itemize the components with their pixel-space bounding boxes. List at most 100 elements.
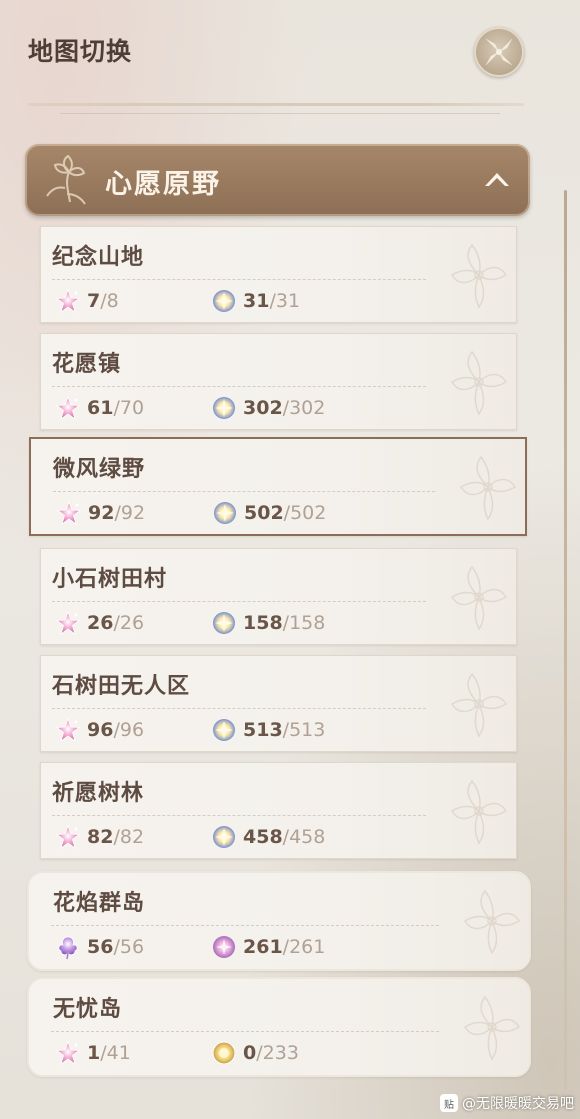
collection-count-a: 96/96 bbox=[55, 716, 144, 744]
header-divider-thin bbox=[60, 113, 500, 114]
area-name: 祈愿树林 bbox=[52, 781, 145, 806]
region-header-xinyuan[interactable]: 心愿原野 bbox=[25, 144, 530, 216]
pink-star-icon bbox=[55, 1040, 81, 1066]
scrollbar[interactable] bbox=[564, 190, 567, 1090]
card-flower-decoration-icon bbox=[447, 987, 529, 1067]
area-card[interactable]: 无忧岛 1/41 0/233 bbox=[27, 977, 531, 1077]
count-current: 61 bbox=[87, 397, 114, 419]
count-current: 26 bbox=[87, 612, 114, 634]
count-current: 158 bbox=[243, 612, 283, 634]
card-divider bbox=[53, 491, 435, 492]
pink-star-icon bbox=[56, 500, 82, 526]
count-total: 302 bbox=[289, 397, 326, 419]
card-flower-decoration-icon bbox=[434, 664, 516, 744]
area-card[interactable]: 纪念山地 7/8 31/31 bbox=[40, 226, 517, 323]
area-card[interactable]: 祈愿树林 82/82 458/458 bbox=[40, 762, 517, 859]
collection-count-a: 1/41 bbox=[55, 1039, 131, 1067]
blue-sparkle-icon bbox=[211, 288, 237, 314]
count-total: 513 bbox=[289, 719, 326, 741]
pink-star-icon bbox=[55, 610, 81, 636]
card-divider bbox=[51, 925, 439, 926]
count-total: 261 bbox=[289, 936, 326, 958]
area-name: 石树田无人区 bbox=[52, 674, 191, 699]
count-total: 41 bbox=[106, 1042, 131, 1064]
region-name: 心愿原野 bbox=[105, 169, 221, 200]
card-flower-decoration-icon bbox=[434, 342, 516, 422]
card-divider bbox=[52, 601, 426, 602]
count-current: 92 bbox=[88, 502, 115, 524]
card-flower-decoration-icon bbox=[434, 557, 516, 637]
area-card[interactable]: 花焰群岛 56/56 261/261 bbox=[27, 871, 531, 971]
card-divider bbox=[51, 1031, 439, 1032]
collection-count-a: 7/8 bbox=[55, 287, 119, 315]
count-total: 458 bbox=[289, 826, 326, 848]
collection-count-b: 458/458 bbox=[211, 823, 325, 851]
purple-flower-icon bbox=[55, 934, 81, 960]
area-card[interactable]: 石树田无人区 96/96 513/513 bbox=[40, 655, 517, 752]
count-current: 82 bbox=[87, 826, 114, 848]
count-current: 31 bbox=[243, 290, 270, 312]
pink-star-icon bbox=[55, 824, 81, 850]
card-divider bbox=[52, 386, 426, 387]
blue-sparkle-icon bbox=[211, 610, 237, 636]
area-name: 花愿镇 bbox=[52, 352, 122, 377]
collection-count-b: 261/261 bbox=[211, 933, 325, 961]
gold-orb-icon bbox=[211, 1040, 237, 1066]
count-total: 31 bbox=[275, 290, 301, 312]
collection-count-b: 513/513 bbox=[211, 716, 325, 744]
area-card[interactable]: 花愿镇 61/70 302/302 bbox=[40, 333, 517, 430]
close-button[interactable] bbox=[474, 27, 524, 77]
count-total: 96 bbox=[119, 719, 145, 741]
area-name: 花焰群岛 bbox=[53, 891, 146, 916]
count-current: 302 bbox=[243, 397, 283, 419]
count-current: 96 bbox=[87, 719, 114, 741]
header-divider bbox=[28, 103, 524, 106]
collection-count-a: 56/56 bbox=[55, 933, 144, 961]
collection-count-a: 92/92 bbox=[56, 499, 145, 527]
card-divider bbox=[52, 815, 426, 816]
page-title: 地图切换 bbox=[28, 37, 133, 66]
collection-count-a: 26/26 bbox=[55, 609, 144, 637]
card-flower-decoration-icon bbox=[443, 447, 525, 527]
area-name: 微风绿野 bbox=[53, 457, 146, 482]
collection-count-b: 31/31 bbox=[211, 287, 300, 315]
pink-star-icon bbox=[55, 288, 81, 314]
count-total: 8 bbox=[106, 290, 119, 312]
count-total: 26 bbox=[119, 612, 145, 634]
area-name: 无忧岛 bbox=[53, 997, 123, 1022]
count-current: 56 bbox=[87, 936, 114, 958]
watermark: 贴 @无限暖暖交易吧 bbox=[440, 1093, 574, 1113]
count-current: 7 bbox=[87, 290, 101, 312]
card-divider bbox=[52, 279, 426, 280]
count-current: 261 bbox=[243, 936, 283, 958]
area-name: 小石树田村 bbox=[52, 567, 168, 592]
blue-sparkle-icon bbox=[211, 717, 237, 743]
area-card[interactable]: 微风绿野 92/92 502/502 bbox=[29, 437, 527, 536]
card-divider bbox=[52, 708, 426, 709]
area-card[interactable]: 小石树田村 26/26 158/158 bbox=[40, 548, 517, 645]
pink-orb-icon bbox=[211, 934, 237, 960]
pink-star-icon bbox=[55, 395, 81, 421]
collection-count-b: 0/233 bbox=[211, 1039, 299, 1067]
card-flower-decoration-icon bbox=[434, 771, 516, 851]
blue-sparkle-icon bbox=[211, 395, 237, 421]
tieba-logo-icon: 贴 bbox=[440, 1094, 458, 1112]
count-total: 56 bbox=[119, 936, 145, 958]
count-total: 502 bbox=[290, 502, 327, 524]
count-total: 158 bbox=[289, 612, 326, 634]
count-total: 82 bbox=[119, 826, 145, 848]
card-flower-decoration-icon bbox=[434, 235, 516, 315]
watermark-text: @无限暖暖交易吧 bbox=[462, 1096, 574, 1112]
collection-count-b: 502/502 bbox=[212, 499, 326, 527]
collection-count-b: 302/302 bbox=[211, 394, 325, 422]
blue-sparkle-icon bbox=[211, 824, 237, 850]
count-total: 92 bbox=[120, 502, 146, 524]
collection-count-a: 61/70 bbox=[55, 394, 144, 422]
count-current: 502 bbox=[244, 502, 284, 524]
flower-emblem-icon bbox=[46, 154, 86, 205]
pink-star-icon bbox=[55, 717, 81, 743]
chevron-up-icon[interactable] bbox=[480, 164, 514, 194]
card-flower-decoration-icon bbox=[447, 881, 529, 961]
count-current: 513 bbox=[243, 719, 283, 741]
collection-count-b: 158/158 bbox=[211, 609, 325, 637]
